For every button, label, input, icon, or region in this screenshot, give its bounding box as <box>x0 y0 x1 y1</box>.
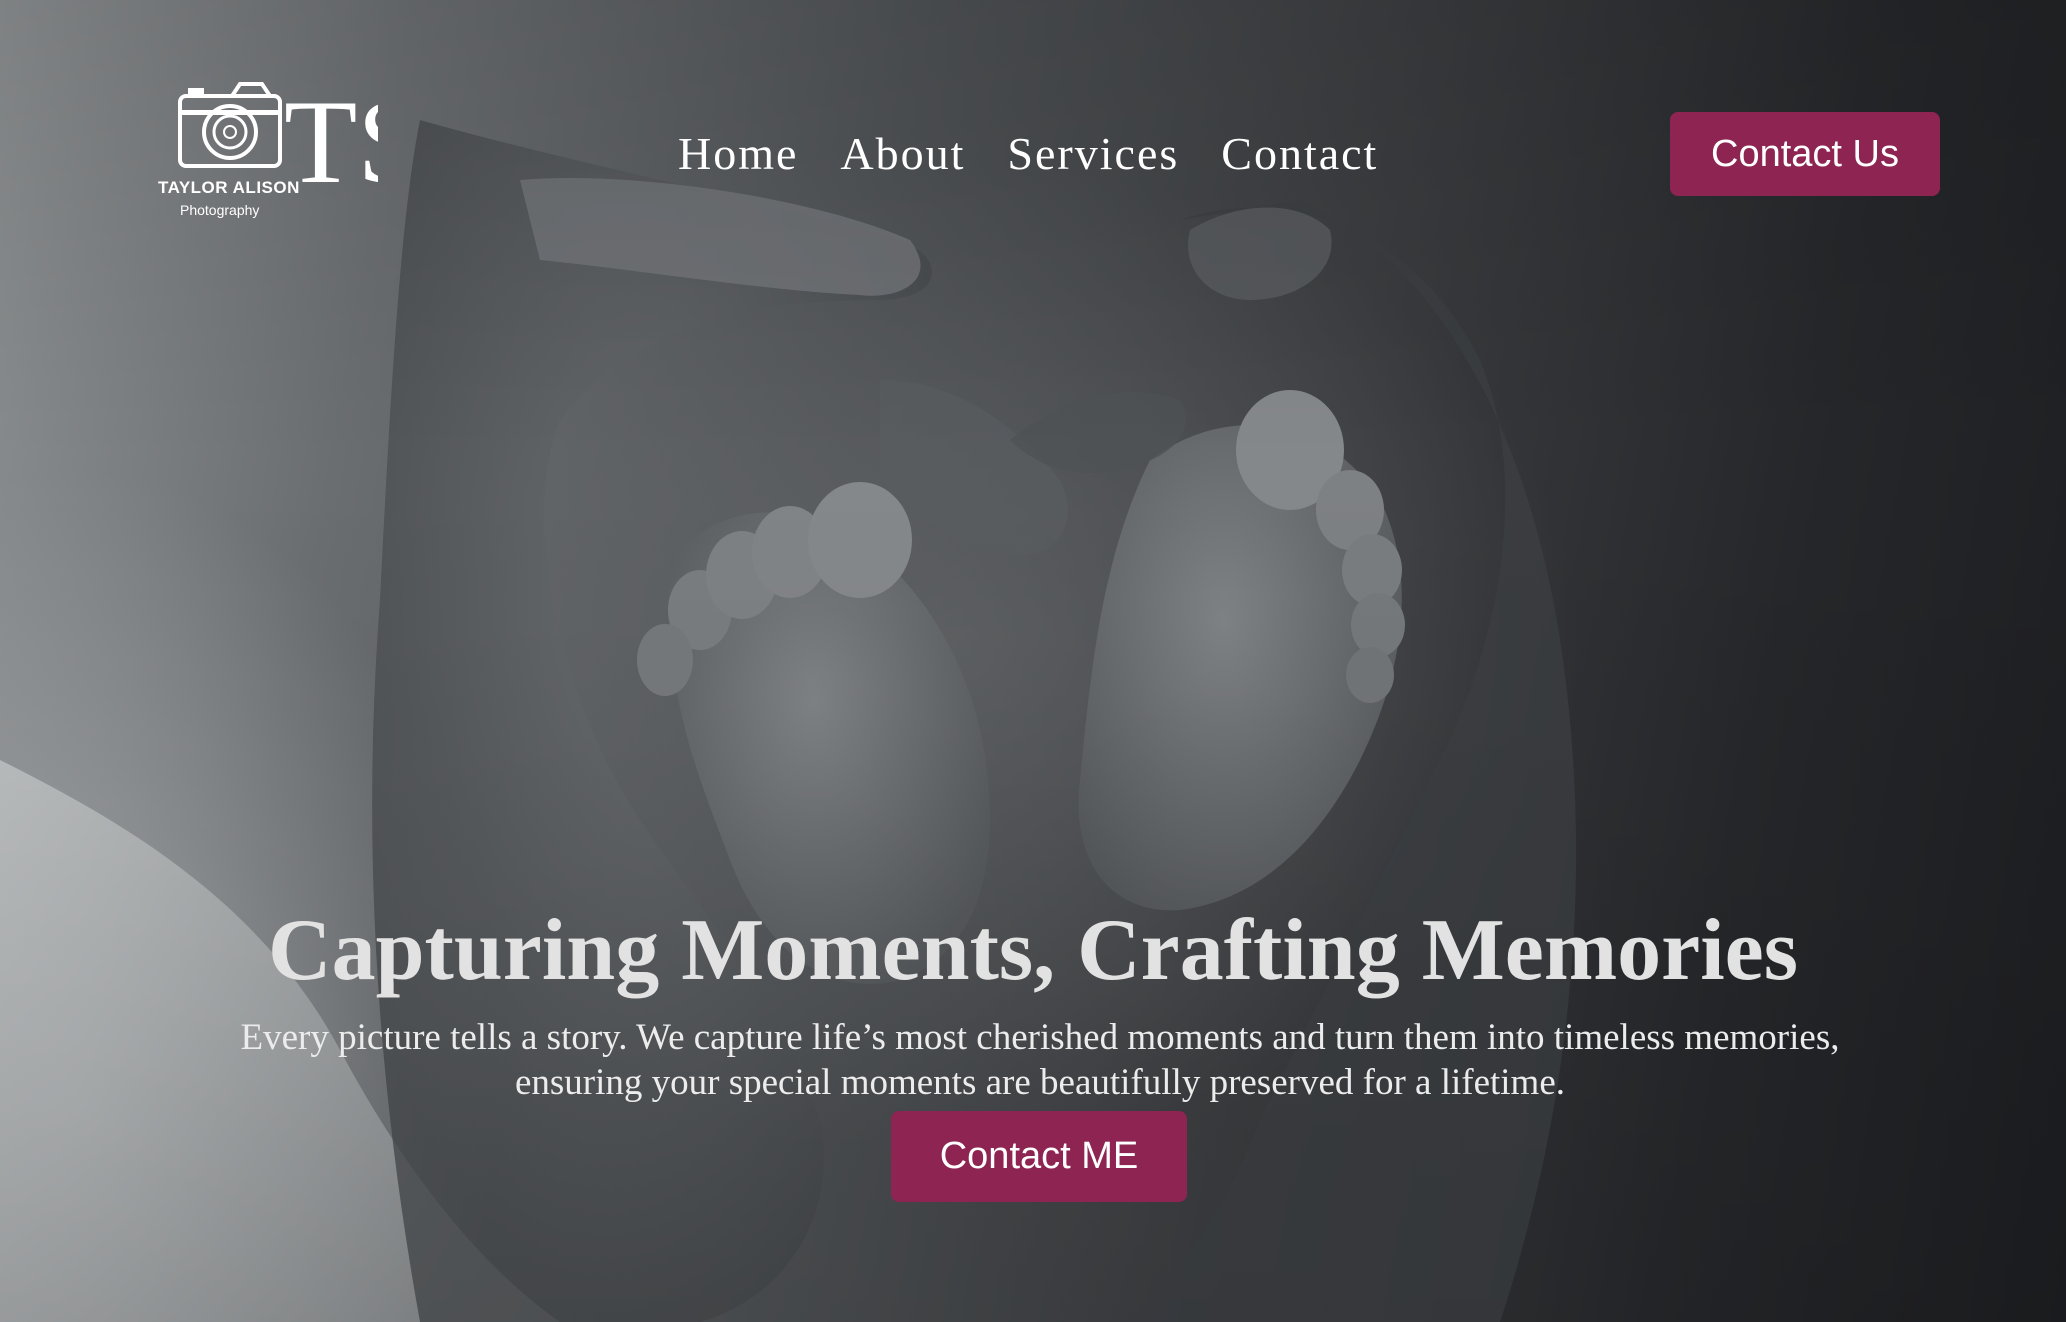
main-nav: Home About Services Contact <box>678 124 1378 184</box>
nav-item-services[interactable]: Services <box>1007 124 1179 184</box>
nav-item-contact[interactable]: Contact <box>1221 124 1378 184</box>
contact-me-button[interactable]: Contact ME <box>891 1111 1187 1202</box>
hero-subtext: Every picture tells a story. We capture … <box>240 1017 1840 1103</box>
nav-item-about[interactable]: About <box>840 124 965 184</box>
brand-tagline: Photography <box>180 202 260 218</box>
brand-logo[interactable]: TS TAYLOR ALISON Photography <box>158 70 378 220</box>
hero-section: TS TAYLOR ALISON Photography Home About … <box>0 0 2066 1322</box>
brand-name: TAYLOR ALISON <box>158 178 300 197</box>
contact-us-button[interactable]: Contact Us <box>1670 112 1940 196</box>
nav-item-home[interactable]: Home <box>678 124 798 184</box>
hero-headline: Capturing Moments, Crafting Memories <box>268 901 1798 999</box>
